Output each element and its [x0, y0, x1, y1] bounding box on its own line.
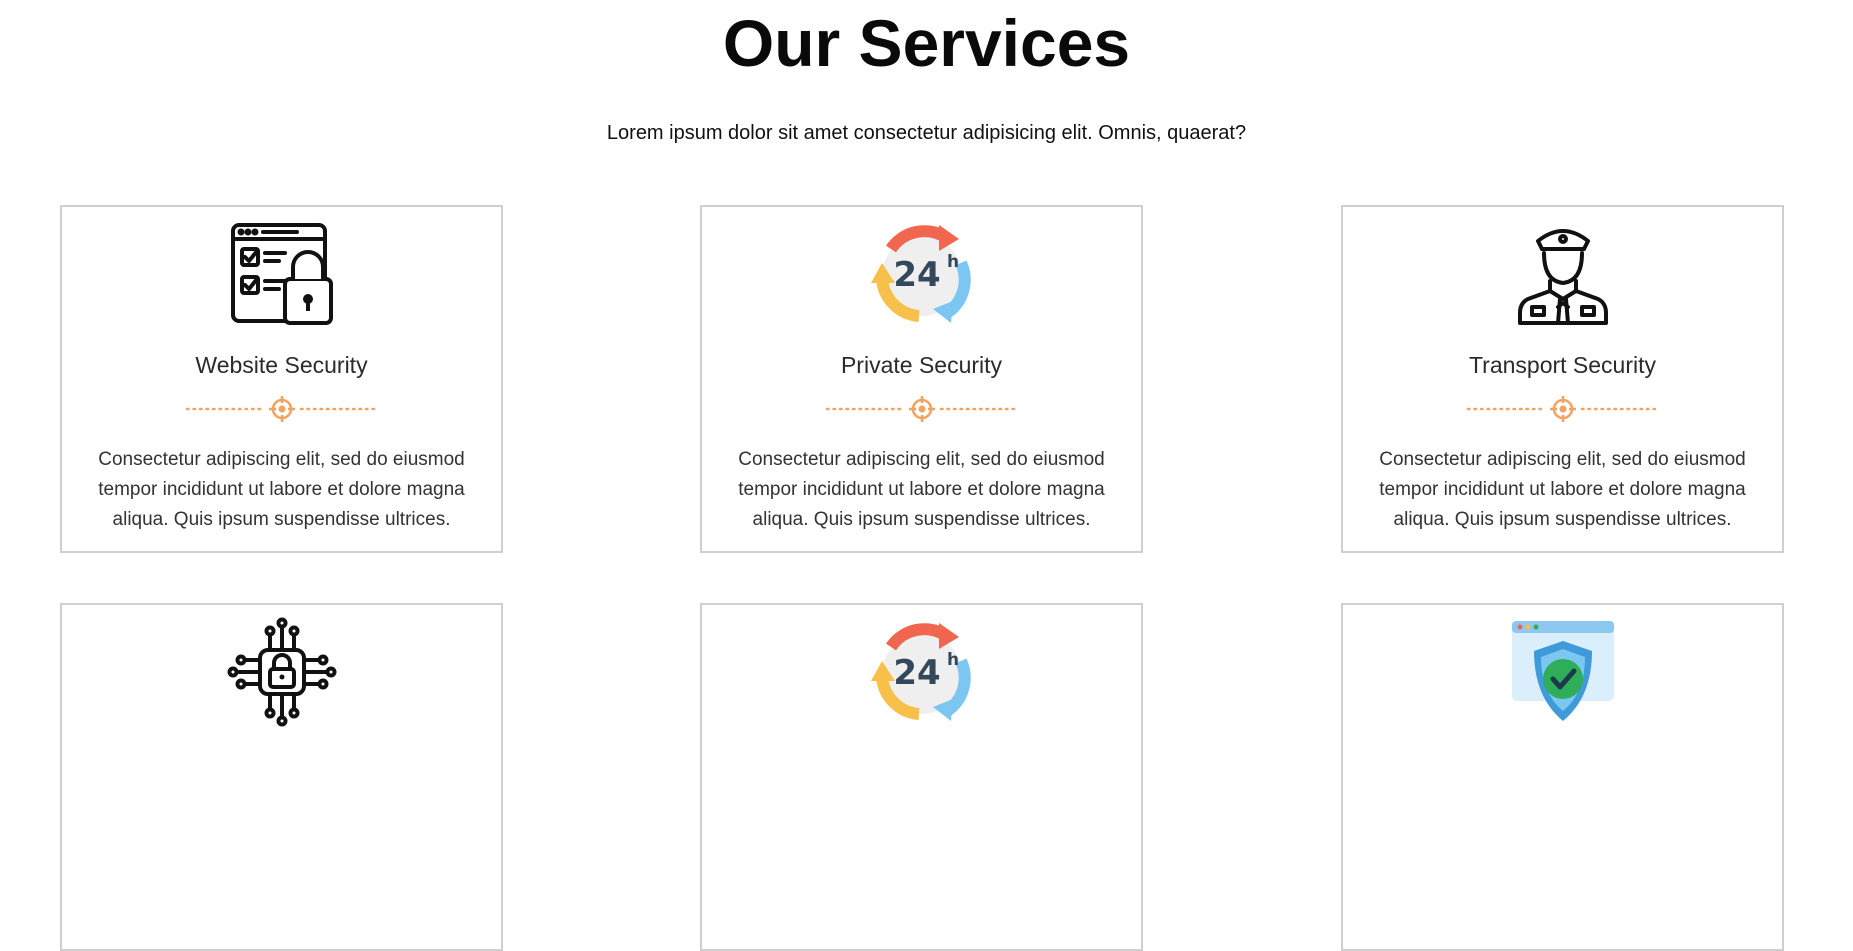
service-card-5[interactable]: 24 h	[700, 603, 1143, 951]
svg-text:h: h	[947, 252, 959, 272]
card-description: Consectetur adipiscing elit, sed do eius…	[738, 449, 1105, 530]
shield-check-icon	[1508, 617, 1618, 727]
svg-text:24: 24	[893, 653, 940, 693]
page-subtitle: Lorem ipsum dolor sit amet consectetur a…	[606, 122, 1247, 144]
target-divider-icon	[825, 394, 1019, 424]
service-card-4[interactable]	[60, 603, 503, 951]
target-divider-icon	[185, 394, 379, 424]
svg-text:24: 24	[893, 255, 940, 295]
card-title: Private Security	[840, 352, 1003, 378]
card-title: Website Security	[195, 352, 368, 378]
chip-lock-icon	[227, 617, 337, 727]
website-lock-checklist-icon	[227, 219, 337, 329]
clock-24h-icon: 24 h	[867, 617, 977, 727]
service-card-6[interactable]	[1341, 603, 1784, 951]
card-description: Consectetur adipiscing elit, sed do eius…	[1379, 449, 1746, 530]
service-card-website-security[interactable]: Website Security Consectetur adipiscing …	[60, 205, 503, 553]
service-card-private-security[interactable]: 24 h Private Security Consectetur adipis…	[700, 205, 1143, 553]
card-description: Consectetur adipiscing elit, sed do eius…	[98, 449, 465, 530]
target-divider-icon	[1466, 394, 1660, 424]
service-card-transport-security[interactable]: Transport Security Consectetur adipiscin…	[1341, 205, 1784, 553]
page-title: Our Services	[722, 6, 1131, 80]
card-title: Transport Security	[1468, 352, 1657, 378]
clock-24h-icon: 24 h	[867, 219, 977, 329]
svg-text:h: h	[947, 650, 959, 670]
security-guard-icon	[1508, 219, 1618, 329]
